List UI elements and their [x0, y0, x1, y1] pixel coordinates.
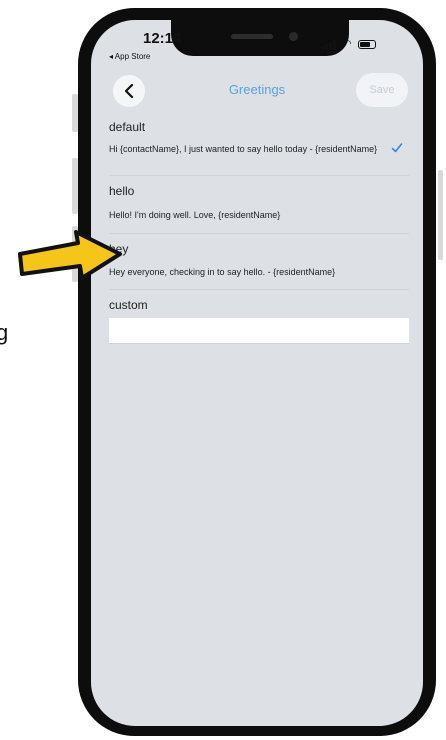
greeting-option-hey[interactable]: Hey everyone, checking in to say hello. …: [109, 258, 409, 290]
phone-screen: 12:14 ◂ App Store ◠ Greetings Save defau…: [91, 20, 423, 726]
annotation-arrow-icon: [18, 230, 122, 280]
status-time: 12:14: [143, 30, 182, 47]
greeting-label-hey: hey: [109, 242, 129, 256]
front-camera: [289, 32, 298, 41]
back-to-app-store-link[interactable]: ◂ App Store: [109, 52, 150, 61]
greeting-option-hello[interactable]: Hello! I'm doing well. Love, {residentNa…: [109, 200, 409, 234]
status-icons: ◠: [321, 38, 376, 50]
cellular-signal-icon: [321, 40, 336, 49]
wifi-icon: ◠: [342, 38, 352, 50]
greeting-label-hello: hello: [109, 184, 135, 198]
greetings-list: default Hi {contactName}, I just wanted …: [109, 116, 409, 344]
greeting-label-custom: custom: [109, 298, 148, 312]
greeting-message: Hi {contactName}, I just wanted to say h…: [109, 144, 378, 154]
battery-icon: [357, 40, 376, 49]
greeting-message: Hello! I'm doing well. Love, {residentNa…: [109, 210, 281, 220]
greeting-label-default: default: [109, 120, 146, 134]
save-button[interactable]: Save: [356, 73, 408, 107]
phone-power-button: [438, 170, 443, 260]
checkmark-icon: [391, 143, 403, 153]
greeting-message: Hey everyone, checking in to say hello. …: [109, 267, 336, 277]
notch: [171, 20, 349, 56]
greeting-option-default[interactable]: Hi {contactName}, I just wanted to say h…: [109, 136, 409, 176]
custom-greeting-input[interactable]: [109, 318, 409, 344]
background-text-fragment: g: [0, 320, 9, 345]
speaker-grille: [231, 34, 273, 39]
